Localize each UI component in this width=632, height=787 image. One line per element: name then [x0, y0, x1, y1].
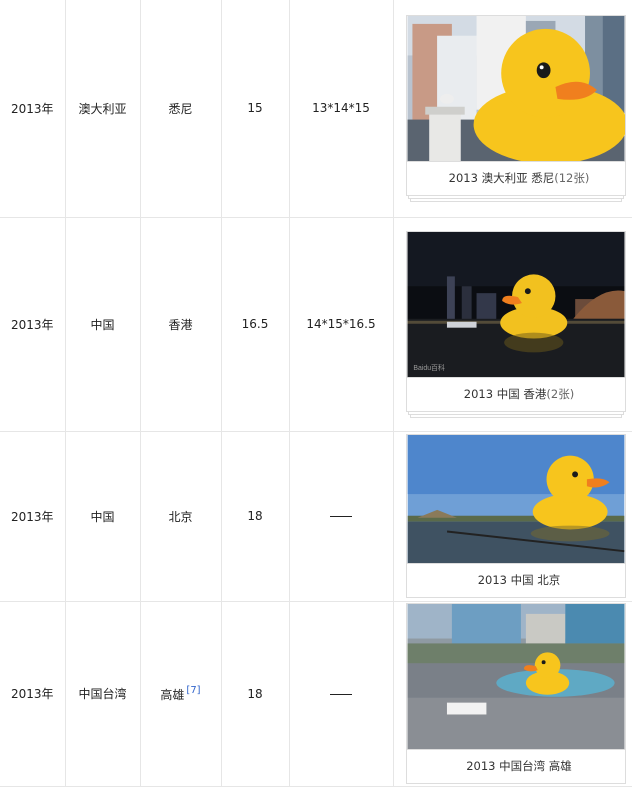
size-dash	[330, 693, 352, 695]
exhibition-table: 2013年 澳大利亚 悉尼 15 13*14*15 2013 澳大利亚 悉尼(1…	[0, 0, 632, 787]
photo-caption: 2013 中国 北京	[405, 564, 626, 598]
size-cell	[288, 430, 394, 602]
city-cell: 高雄 [7]	[139, 600, 222, 787]
table-row: 2013年 中国 香港 16.5 14*15*16.5 Baidu百科 2013…	[0, 216, 632, 432]
reference-link[interactable]: [7]	[186, 685, 200, 696]
photo-cell: 2013 中国台湾 高雄	[392, 600, 632, 787]
height-cell: 18	[220, 430, 290, 602]
country-cell: 中国台湾	[64, 600, 141, 787]
year-cell: 2013年	[0, 216, 66, 432]
country-cell: 中国	[64, 216, 141, 432]
watermark-text: Baidu百科	[413, 363, 445, 372]
photo-caption: 2013 中国 香港(2张)	[405, 377, 626, 412]
height-cell: 16.5	[220, 216, 290, 432]
year-cell: 2013年	[0, 0, 66, 218]
duck-photo-kaohsiung[interactable]	[405, 603, 626, 750]
year-cell: 2013年	[0, 600, 66, 787]
year-cell: 2013年	[0, 430, 66, 602]
photo-cell: 2013 澳大利亚 悉尼(12张)	[392, 0, 632, 218]
photo-album-card[interactable]: 2013 中国台湾 高雄	[405, 603, 626, 784]
size-dash	[330, 516, 352, 517]
size-cell	[288, 600, 394, 787]
table-row: 2013年 中国台湾 高雄 [7] 18 2013 中国台湾 高雄	[0, 600, 632, 787]
photo-cell: Baidu百科 2013 中国 香港(2张)	[392, 216, 632, 432]
height-cell: 15	[220, 0, 290, 218]
country-cell: 澳大利亚	[64, 0, 141, 218]
duck-photo-sydney[interactable]	[405, 14, 626, 162]
duck-photo-beijing[interactable]	[405, 434, 626, 564]
size-cell: 13*14*15	[288, 0, 394, 218]
photo-caption: 2013 澳大利亚 悉尼(12张)	[405, 161, 626, 196]
photo-album-card[interactable]: 2013 中国 北京	[405, 434, 626, 598]
country-cell: 中国	[64, 430, 141, 602]
size-cell: 14*15*16.5	[288, 216, 394, 432]
duck-photo-hongkong[interactable]: Baidu百科	[405, 230, 626, 378]
photo-cell: 2013 中国 北京	[392, 430, 632, 602]
table-row: 2013年 中国 北京 18 2013 中国 北京	[0, 430, 632, 602]
city-cell: 悉尼	[139, 0, 222, 218]
city-cell: 香港	[139, 216, 222, 432]
height-cell: 18	[220, 600, 290, 787]
photo-album-card[interactable]: 2013 澳大利亚 悉尼(12张)	[405, 14, 626, 202]
city-cell: 北京	[139, 430, 222, 602]
photo-album-card[interactable]: Baidu百科 2013 中国 香港(2张)	[405, 230, 626, 418]
table-row: 2013年 澳大利亚 悉尼 15 13*14*15 2013 澳大利亚 悉尼(1…	[0, 0, 632, 218]
photo-caption: 2013 中国台湾 高雄	[405, 750, 626, 784]
